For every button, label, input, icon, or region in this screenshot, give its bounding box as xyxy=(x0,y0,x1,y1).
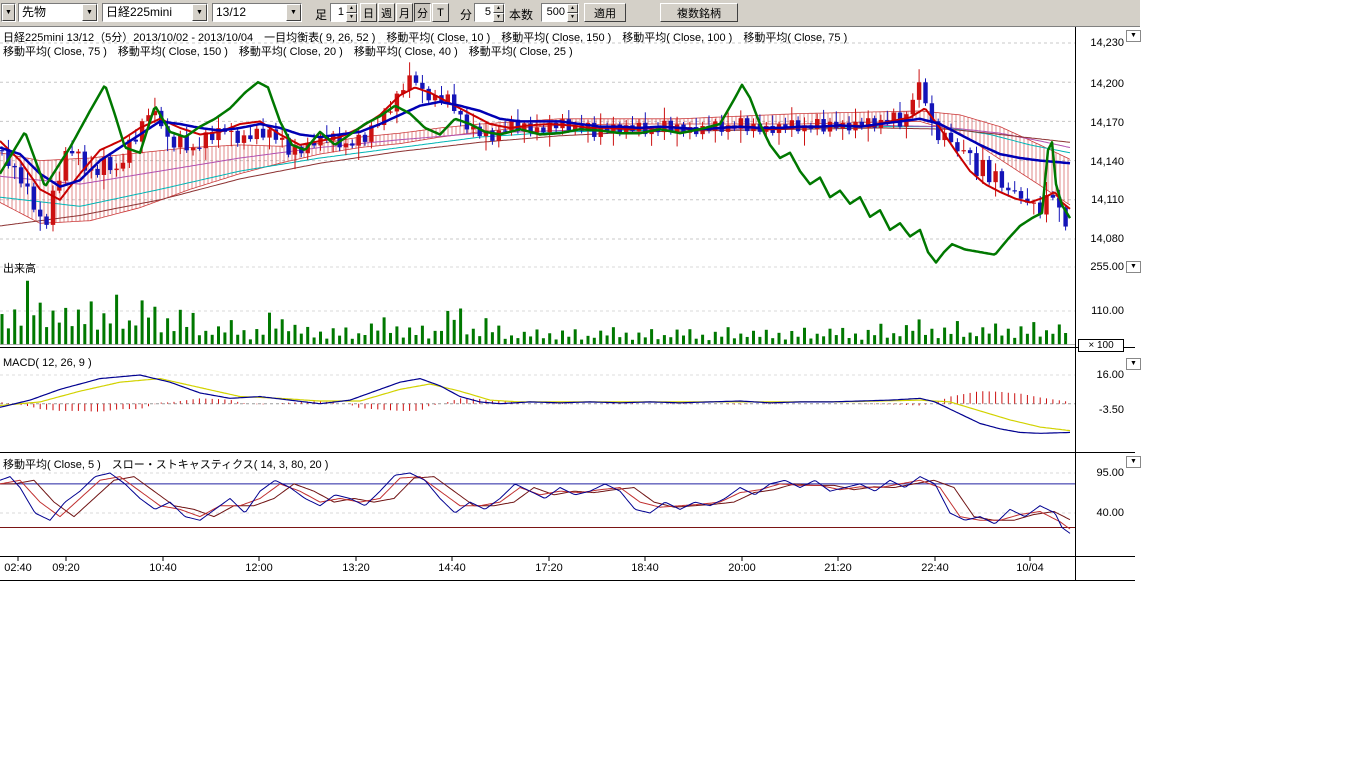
value-axis-label: 14,170 xyxy=(1078,117,1124,129)
stoch-panel-menu-button[interactable]: ▼ xyxy=(1126,456,1141,468)
chart-header-line2: 移動平均( Close, 75 ) 移動平均( Close, 150 ) 移動平… xyxy=(3,43,573,59)
value-axis-label: 14,110 xyxy=(1078,194,1124,206)
app-window: ▼ 先物▼ 日経225mini▼ 13/12▼ 足 1▲▼ 日 週 月 分 T … xyxy=(0,0,1366,768)
time-axis-label: 12:00 xyxy=(237,562,281,574)
value-axis-label: 16.00 xyxy=(1078,369,1124,381)
value-axis-label: 14,200 xyxy=(1078,78,1124,90)
time-axis-label: 02:40 xyxy=(0,562,40,574)
time-axis-label: 10/04 xyxy=(1008,562,1052,574)
volume-multiplier-badge: × 100 xyxy=(1078,339,1124,352)
value-axis-label: 14,080 xyxy=(1078,233,1124,245)
price-panel-menu-button[interactable]: ▼ xyxy=(1126,30,1141,42)
value-axis-label: 110.00 xyxy=(1078,305,1124,317)
time-axis-label: 22:40 xyxy=(913,562,957,574)
chart-canvas[interactable] xyxy=(0,0,1366,768)
time-axis-label: 09:20 xyxy=(44,562,88,574)
chevron-down-icon: ▼ xyxy=(1130,458,1137,465)
volume-panel-label: 出来高 xyxy=(3,260,36,276)
time-axis-label: 14:40 xyxy=(430,562,474,574)
stoch-panel-label: 移動平均( Close, 5 ) スロー・ストキャスティクス( 14, 3, 8… xyxy=(3,456,328,472)
value-axis-label: 255.00 xyxy=(1078,261,1124,273)
value-axis-label: -3.50 xyxy=(1078,404,1124,416)
chevron-down-icon: ▼ xyxy=(1130,360,1137,367)
chevron-down-icon: ▼ xyxy=(1130,32,1137,39)
time-axis-label: 13:20 xyxy=(334,562,378,574)
time-axis-label: 17:20 xyxy=(527,562,571,574)
macd-panel-menu-button[interactable]: ▼ xyxy=(1126,358,1141,370)
value-axis-label: 40.00 xyxy=(1078,507,1124,519)
macd-panel-label: MACD( 12, 26, 9 ) xyxy=(3,357,92,369)
time-axis-label: 20:00 xyxy=(720,562,764,574)
chevron-down-icon: ▼ xyxy=(1130,263,1137,270)
time-axis-label: 18:40 xyxy=(623,562,667,574)
value-axis-label: 95.00 xyxy=(1078,467,1124,479)
value-axis-label: 14,230 xyxy=(1078,37,1124,49)
time-axis-label: 21:20 xyxy=(816,562,860,574)
volume-panel-menu-button[interactable]: ▼ xyxy=(1126,261,1141,273)
value-axis-label: 14,140 xyxy=(1078,156,1124,168)
time-axis-label: 10:40 xyxy=(141,562,185,574)
